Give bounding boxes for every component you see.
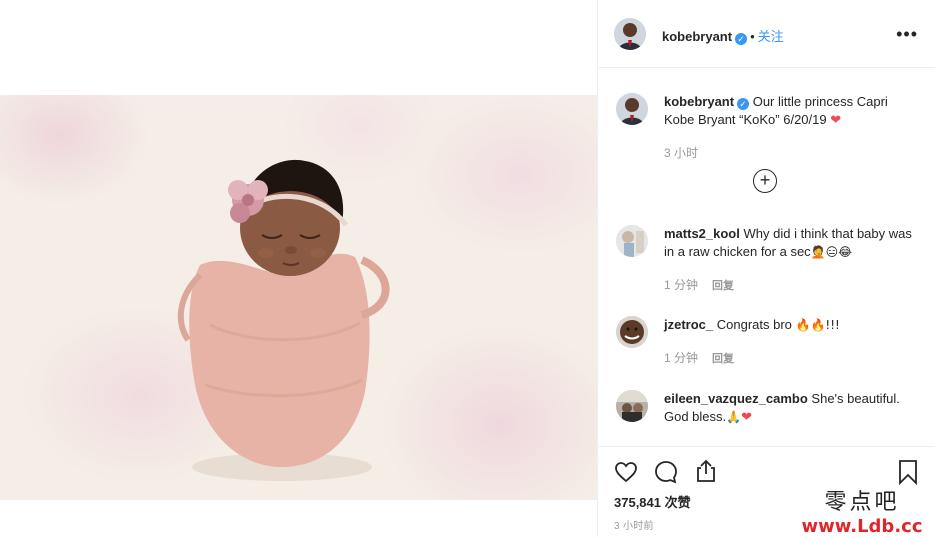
comment-username[interactable]: eileen_vazquez_cambo [664, 391, 808, 406]
reply-button[interactable]: 回复 [712, 280, 734, 292]
post-photo[interactable] [0, 95, 597, 500]
site-watermark: 零点吧 www.Ldb.cc [797, 484, 927, 537]
like-heart-icon[interactable] [614, 460, 638, 484]
comment-username[interactable]: matts2_kool [664, 226, 740, 241]
caption-text-block: kobebryant ✓ Our little princess Capri Ko… [664, 93, 914, 130]
caption-time[interactable]: 3 小时 [664, 144, 698, 161]
heart-emoji-icon: ❤ [830, 113, 842, 128]
post-side-panel: kobebryant ✓ • 关注 ••• kobebryant ✓ Our littl… [597, 0, 935, 537]
commenter-avatar[interactable] [616, 390, 648, 422]
comment-meta: 1 分钟 回复 [664, 276, 734, 293]
plus-circle-icon[interactable]: + [753, 169, 777, 193]
caption-author-avatar[interactable] [616, 93, 648, 125]
swaddle-cloth [189, 253, 370, 467]
verified-badge-icon: ✓ [735, 33, 748, 45]
like-count[interactable]: 375,841 次赞 [614, 492, 691, 511]
comment-bubble-icon[interactable] [653, 459, 679, 485]
baby-photo-illustration [177, 159, 390, 481]
bookmark-icon[interactable] [897, 459, 919, 485]
comment-text-block: jzetroc_ Congrats bro 🔥🔥!!! [664, 316, 914, 334]
follow-button[interactable]: 关注 [758, 29, 784, 44]
comment-time[interactable]: 1 分钟 [664, 351, 698, 365]
reply-button[interactable]: 回复 [712, 353, 734, 365]
instagram-post-view: kobebryant ✓ • 关注 ••• kobebryant ✓ Our littl… [0, 0, 935, 537]
share-icon[interactable] [694, 458, 718, 484]
header-username[interactable]: kobebryant [662, 29, 732, 44]
more-options-icon[interactable]: ••• [896, 24, 918, 45]
kobe-avatar-icon [614, 18, 646, 50]
comment-text: Congrats bro [716, 317, 792, 332]
comment-meta: 1 分钟 回复 [664, 349, 734, 366]
user-avatar-icon [616, 225, 648, 257]
header-author-row: kobebryant ✓ • 关注 [662, 26, 784, 46]
comment-time[interactable]: 1 分钟 [664, 278, 698, 292]
separator-dot: • [750, 29, 755, 44]
commenter-avatar[interactable] [616, 225, 648, 257]
commenter-avatar[interactable] [616, 316, 648, 348]
post-header: kobebryant ✓ • 关注 ••• [598, 0, 935, 68]
watermark-line1: 零点吧 [824, 490, 900, 515]
user-avatar-icon [616, 390, 648, 422]
heart-emoji-icon: ❤ [741, 410, 753, 425]
verified-badge-icon: ✓ [737, 98, 750, 110]
comment-emoji: 🔥🔥!!! [795, 318, 840, 332]
author-avatar[interactable] [614, 18, 646, 50]
comment-emoji: 🤦😑😂 [810, 245, 853, 259]
caption-username[interactable]: kobebryant [664, 94, 734, 109]
comment-text-block: matts2_kool Why did i think that baby wa… [664, 225, 914, 261]
user-avatar-icon [616, 316, 648, 348]
comment-username[interactable]: jzetroc_ [664, 317, 713, 332]
comment-text-block: eileen_vazquez_cambo She's beautiful. Go… [664, 390, 914, 427]
post-timestamp: 3 小时前 [614, 521, 654, 532]
comment-emoji: 🙏 [726, 410, 742, 424]
watermark-line2: www.Ldb.cc [801, 516, 923, 537]
kobe-avatar-icon [616, 93, 648, 125]
